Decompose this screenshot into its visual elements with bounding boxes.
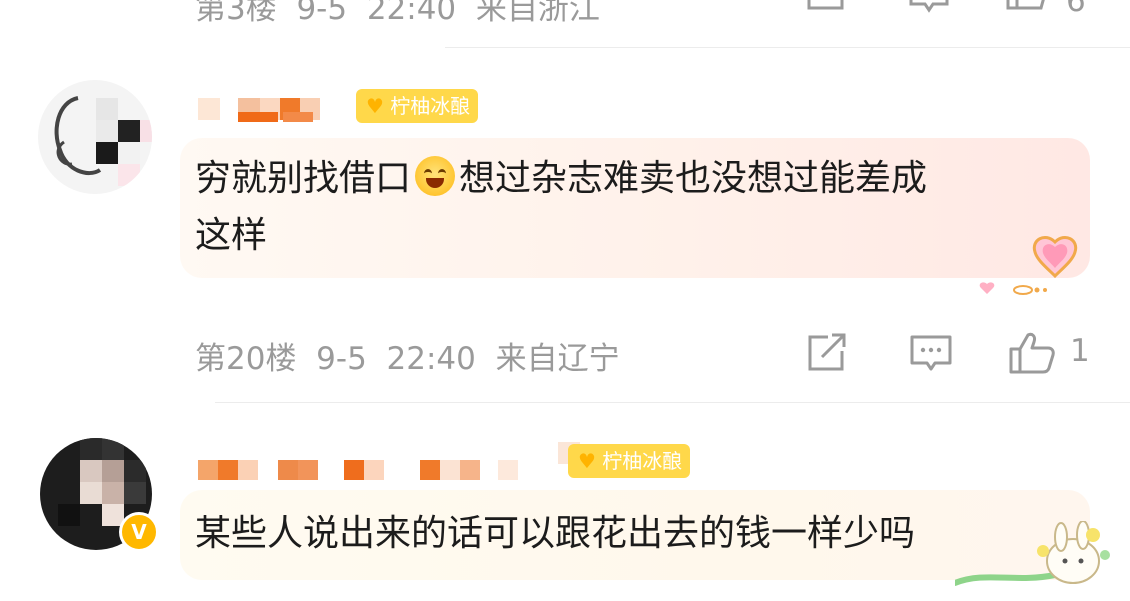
meta-row: 第20楼 9-5 22:40 来自辽宁 [195, 333, 620, 378]
badge-heart-icon: ♥ [578, 449, 596, 473]
share-button[interactable] [806, 333, 848, 373]
badge-heart-icon: ♥ [366, 94, 384, 118]
username-redacted[interactable] [198, 442, 598, 486]
comment-icon [910, 335, 952, 371]
username-redacted[interactable] [198, 92, 378, 132]
post-date: 9-5 [316, 341, 367, 377]
comment-text-part: 这样 [195, 215, 268, 256]
floor-number: 第3楼 [195, 0, 277, 27]
comment-icon [909, 0, 949, 13]
comment-text-part: 想过杂志难卖也没想过能差成 [459, 158, 928, 199]
like-count: 6 [1066, 0, 1086, 19]
avatar-mosaic [38, 80, 152, 194]
post-location: 来自辽宁 [495, 341, 620, 377]
post-time: 22:40 [366, 0, 457, 27]
divider [215, 402, 1130, 403]
divider [445, 47, 1130, 48]
fan-badge[interactable]: ♥ 柠柚冰酿 [356, 89, 479, 123]
like-button[interactable] [1005, 0, 1049, 14]
heart-decoration-icon [979, 236, 1078, 295]
thumbs-up-icon [1009, 332, 1055, 374]
comment-button[interactable] [908, 0, 950, 14]
post-time: 22:40 [386, 341, 476, 377]
like-button[interactable] [1008, 331, 1056, 375]
share-icon [807, 0, 844, 10]
laughing-crying-emoji-icon [415, 156, 456, 196]
badge-label: 柠柚冰酿 [390, 94, 471, 118]
bunny-flower-decoration-icon [955, 521, 1110, 586]
comment-text: 穷就别找借口 想过杂志难卖也没想过能差成 这样 [195, 150, 927, 264]
comment-text: 某些人说出来的话可以跟花出去的钱一样少吗 [195, 513, 916, 554]
share-button[interactable] [806, 0, 846, 12]
post-location: 来自浙江 [475, 0, 600, 27]
share-icon [808, 333, 846, 371]
verified-badge-icon: V [119, 512, 159, 552]
post-date: 9-5 [296, 0, 348, 27]
badge-label: 柠柚冰酿 [602, 449, 683, 473]
thumbs-up-icon [1006, 0, 1045, 10]
avatar[interactable] [38, 80, 152, 194]
comment-button[interactable] [908, 333, 954, 375]
meta-row-top: 第3楼 9-5 22:40 来自浙江 [195, 0, 600, 28]
like-count: 1 [1070, 333, 1090, 369]
fan-badge[interactable]: ♥ 柠柚冰酿 [568, 444, 691, 478]
comment-text-part: 穷就别找借口 [195, 158, 412, 199]
floor-number: 第20楼 [195, 341, 297, 377]
